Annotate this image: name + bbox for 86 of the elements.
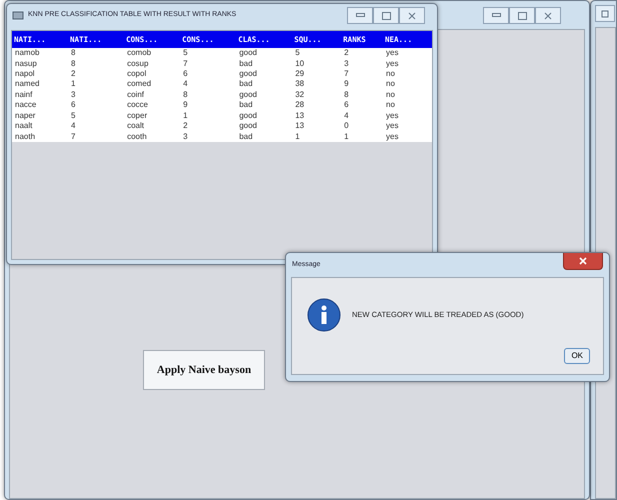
table-cell: naper [12,110,68,122]
table-cell: 4 [68,121,124,132]
table-cell: 3 [180,132,236,142]
table-cell: 5 [180,48,236,59]
table-cell: coper [124,110,180,122]
minimize-icon[interactable] [483,7,509,24]
table-cell: yes [383,48,432,59]
table-cell: 38 [292,79,342,90]
close-icon[interactable] [535,7,561,24]
table-cell: 1 [341,132,383,142]
table-cell: 32 [292,90,342,100]
table-cell: 29 [292,69,342,80]
apply-button[interactable]: Apply Naive bayson [143,350,265,390]
table-cell: bad [236,79,292,90]
table-cell: yes [383,132,432,142]
table-cell: 4 [180,79,236,90]
table-cell: coinf [124,90,180,100]
table-cell: no [383,69,432,80]
table-cell: no [383,79,432,90]
table-cell: 7 [180,58,236,70]
table-cell: named [12,79,68,90]
table-cell: comed [124,79,180,90]
maximize-icon [601,10,609,18]
table-cell: 1 [292,132,342,142]
table-cell: 0 [341,121,383,132]
table-cell: good [236,110,292,122]
table-cell: 6 [180,69,236,80]
table-cell: 10 [292,58,342,70]
table-cell: naoth [12,132,68,142]
table-cell: 7 [341,69,383,80]
table-cell: nasup [12,58,68,70]
minimize-icon[interactable] [347,7,373,24]
table-cell: good [236,48,292,59]
table-cell: nainf [12,90,68,100]
table-cell: good [236,69,292,80]
table-cell: 6 [341,100,383,111]
table-cell: 9 [341,79,383,90]
table-cell: 13 [292,110,342,122]
table-cell: good [236,121,292,132]
ok-button[interactable]: OK [564,348,590,364]
table-cell: nacce [12,100,68,111]
table-cell: 2 [180,121,236,132]
table-cell: bad [236,58,292,70]
table-cell: 8 [341,90,383,100]
table-cell: 2 [341,48,383,59]
maximize-button[interactable] [595,5,615,22]
table-cell: copol [124,69,180,80]
table-cell: 5 [68,110,124,122]
table-cell: 3 [68,90,124,100]
table-cell: cooth [124,132,180,142]
table-cell: 1 [180,110,236,122]
table-cell: cocce [124,100,180,111]
table-cell: cosup [124,58,180,70]
table-cell: 28 [292,100,342,111]
table-cell: bad [236,100,292,111]
table-cell: 5 [292,48,342,59]
info-icon [307,298,341,332]
table-cell: 4 [341,110,383,122]
table-cell: 8 [68,48,124,59]
table-cell: 3 [341,58,383,70]
table-cell: yes [383,121,432,132]
table-cell: yes [383,110,432,122]
table-cell: yes [383,58,432,70]
table-cell: 13 [292,121,342,132]
close-icon[interactable] [399,7,425,24]
table-cell: good [236,90,292,100]
table-cell: namob [12,48,68,59]
table-cell: no [383,100,432,111]
maximize-icon[interactable] [373,7,399,24]
close-button[interactable] [563,253,603,270]
table-cell: 8 [68,58,124,70]
table-cell: 6 [68,100,124,111]
table-cell: bad [236,132,292,142]
table-cell: 8 [180,90,236,100]
table-cell: 9 [180,100,236,111]
close-icon [579,257,587,265]
table-cell: 2 [68,69,124,80]
table-cell: napol [12,69,68,80]
table-cell: 1 [68,79,124,90]
table-cell: naalt [12,121,68,132]
table-cell: no [383,90,432,100]
maximize-icon[interactable] [509,7,535,24]
app-icon [12,10,24,20]
table-cell: comob [124,48,180,59]
table-cell: coalt [124,121,180,132]
table-cell: 7 [68,132,124,142]
